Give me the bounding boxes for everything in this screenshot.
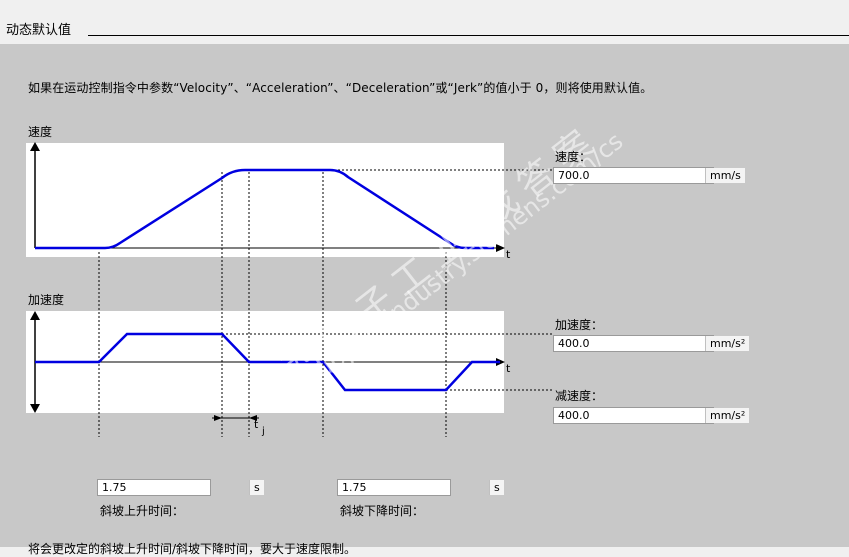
ramp-down-label: 斜坡下降时间： — [340, 504, 425, 518]
velocity-input[interactable] — [554, 168, 705, 183]
acceleration-input[interactable] — [554, 336, 705, 351]
deceleration-unit: mm/s² — [705, 408, 750, 423]
motion-profile-diagram: t t t j — [26, 142, 553, 437]
ramp-up-field[interactable]: s — [97, 479, 264, 496]
accel-t-label: t — [506, 362, 511, 375]
deceleration-field[interactable]: mm/s² — [553, 407, 750, 424]
velocity-label: 速度： — [555, 150, 592, 164]
velocity-field[interactable]: mm/s — [553, 167, 745, 184]
acceleration-field[interactable]: mm/s² — [553, 335, 750, 352]
velocity-unit: mm/s — [705, 168, 745, 183]
acceleration-label: 加速度： — [555, 318, 604, 332]
jerk-sub-label: j — [261, 426, 265, 437]
jerk-t-label: t — [254, 418, 259, 431]
bottom-note: 将会更改定的斜坡上升时间/斜坡下降时间，要大于速度限制。 — [28, 542, 357, 556]
deceleration-label: 减速度： — [555, 389, 604, 403]
deceleration-input[interactable] — [554, 408, 705, 423]
velocity-plot-area — [26, 143, 504, 257]
jerk-time-marker — [212, 415, 259, 421]
ramp-down-input[interactable] — [338, 480, 489, 495]
ramp-up-label: 斜坡上升时间： — [100, 504, 185, 518]
acceleration-unit: mm/s² — [705, 336, 750, 351]
ramp-down-field[interactable]: s — [337, 479, 504, 496]
velocity-t-label: t — [506, 248, 511, 261]
ramp-up-unit: s — [249, 480, 264, 495]
ramp-up-input[interactable] — [98, 480, 249, 495]
ramp-down-unit: s — [489, 480, 504, 495]
